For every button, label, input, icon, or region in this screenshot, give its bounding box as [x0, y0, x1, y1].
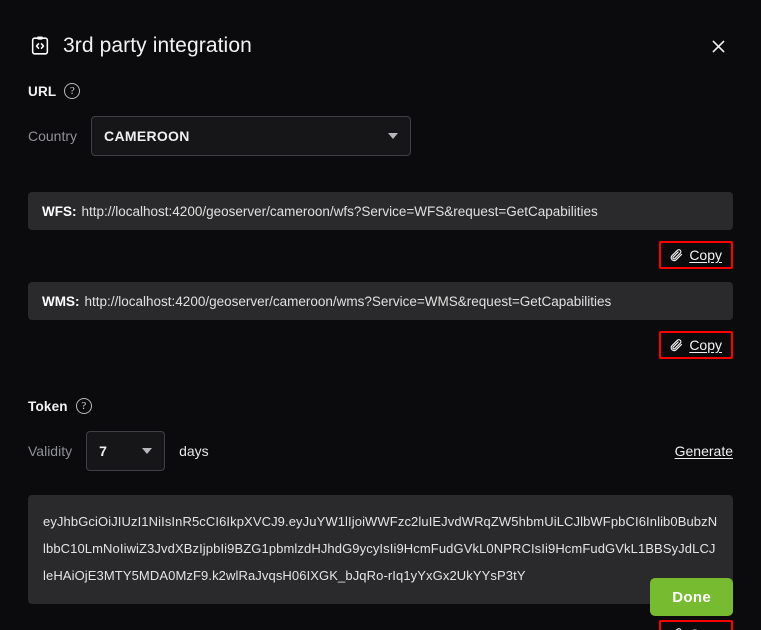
validity-unit-label: days	[179, 443, 209, 459]
page-title: 3rd party integration	[63, 34, 252, 57]
dialog-footer: Done	[650, 578, 733, 616]
url-label-text: URL	[28, 83, 57, 99]
dialog-header: 3rd party integration	[0, 0, 761, 70]
help-circle-icon-url[interactable]: ?	[64, 83, 81, 99]
validity-select-value: 7	[99, 443, 108, 459]
wfs-url-text: http://localhost:4200/geoserver/cameroon…	[81, 203, 598, 219]
validity-label: Validity	[28, 443, 73, 459]
wms-url-text: http://localhost:4200/geoserver/cameroon…	[84, 293, 612, 309]
paperclip-icon-wfs	[668, 248, 683, 263]
wfs-copy-label: Copy	[689, 247, 722, 263]
country-select-value: CAMEROON	[104, 128, 190, 144]
wms-copy-row: Copy	[0, 331, 761, 359]
validity-row: Validity 7 days Generate	[0, 431, 761, 471]
chevron-down-icon-validity	[142, 448, 153, 454]
wfs-copy-button[interactable]: Copy	[659, 241, 733, 269]
token-copy-button[interactable]: Copy	[659, 620, 733, 630]
country-row: Country CAMEROON	[0, 116, 761, 156]
wms-protocol-label: WMS:	[42, 293, 80, 309]
token-copy-label: Copy	[689, 626, 722, 630]
wms-copy-label: Copy	[689, 337, 722, 353]
wms-url-box[interactable]: WMS: http://localhost:4200/geoserver/cam…	[28, 282, 733, 320]
url-section-label: URL ?	[0, 80, 761, 102]
third-party-integration-dialog: 3rd party integration URL ? Country CAME…	[0, 0, 761, 630]
validity-select[interactable]: 7	[86, 431, 166, 471]
wms-copy-button[interactable]: Copy	[659, 331, 733, 359]
country-label: Country	[28, 128, 78, 144]
close-icon[interactable]	[703, 31, 733, 61]
wfs-copy-row: Copy	[0, 241, 761, 269]
wfs-url-box[interactable]: WFS: http://localhost:4200/geoserver/cam…	[28, 192, 733, 230]
done-button[interactable]: Done	[650, 578, 733, 616]
token-label-text: Token	[28, 398, 68, 414]
generate-token-link[interactable]: Generate	[675, 443, 733, 459]
integration-clipboard-icon	[28, 34, 52, 58]
paperclip-icon-wms	[668, 338, 683, 353]
country-select[interactable]: CAMEROON	[91, 116, 412, 156]
wfs-protocol-label: WFS:	[42, 203, 77, 219]
paperclip-icon-token	[668, 627, 683, 630]
help-circle-icon-token[interactable]: ?	[75, 398, 92, 414]
token-section-label: Token ?	[0, 395, 761, 417]
chevron-down-icon-country	[388, 133, 399, 139]
token-copy-row: Copy	[0, 620, 761, 630]
token-value-box[interactable]: eyJhbGciOiJIUzI1NiIsInR5cCI6IkpXVCJ9.eyJ…	[28, 495, 733, 604]
